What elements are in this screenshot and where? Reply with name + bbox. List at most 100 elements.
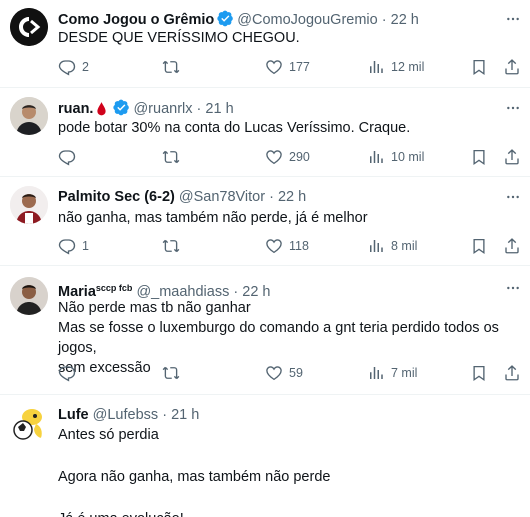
- tweet-text: Antes só perdia Agora não ganha, mas tam…: [58, 427, 331, 517]
- tweet-header: Palmito Sec (6-2) @San78Vitor · 22 h: [58, 188, 306, 206]
- reply-count: 1: [82, 239, 89, 253]
- bookmark-button[interactable]: [470, 236, 488, 256]
- tweet-actions: 2 177 12 mil: [55, 57, 530, 77]
- views-icon: [367, 237, 385, 255]
- tweet[interactable]: Como Jogou o Grêmio @ComoJogouGremio · 22…: [0, 0, 530, 88]
- reply-icon: [58, 364, 76, 382]
- tweet-actions: 290 10 mil: [55, 147, 530, 167]
- share-button[interactable]: [503, 363, 521, 383]
- view-count: 7 mil: [391, 366, 418, 380]
- reply-button[interactable]: [58, 147, 82, 167]
- bookmark-icon: [470, 148, 488, 166]
- bookmark-icon: [470, 364, 488, 382]
- heart-icon: [265, 237, 283, 255]
- separator-dot: ·: [162, 407, 168, 423]
- tweet[interactable]: Lufe @Lufebss · 21 h Antes só perdia Ago…: [0, 396, 530, 517]
- tweet[interactable]: Palmito Sec (6-2) @San78Vitor · 22 h não…: [0, 178, 530, 266]
- more-icon[interactable]: [505, 280, 521, 296]
- timestamp[interactable]: 22 h: [278, 189, 306, 205]
- retweet-icon: [162, 58, 180, 76]
- view-count: 10 mil: [391, 150, 425, 164]
- user-handle[interactable]: @ComoJogouGremio: [237, 12, 377, 28]
- user-handle[interactable]: @San78Vitor: [179, 189, 265, 205]
- tweet[interactable]: ruan. @ruanrlx · 21 h pode botar 30% na c…: [0, 89, 530, 177]
- share-button[interactable]: [503, 236, 521, 256]
- tweet-header: Lufe @Lufebss · 21 h: [58, 406, 199, 424]
- display-name[interactable]: Como Jogou o Grêmio: [58, 12, 214, 28]
- like-count: 118: [289, 239, 309, 253]
- display-name[interactable]: ruan.: [58, 101, 93, 117]
- tweet-actions: 1 118 8 mil: [55, 236, 530, 256]
- share-icon: [503, 58, 521, 76]
- more-icon[interactable]: [505, 11, 521, 27]
- verified-badge-icon: [113, 99, 130, 116]
- tweet-text: não ganha, mas também não perde, já é me…: [58, 210, 368, 226]
- like-count: 177: [289, 60, 310, 74]
- like-button[interactable]: 177: [265, 57, 310, 77]
- retweet-button[interactable]: [162, 147, 186, 167]
- share-button[interactable]: [503, 147, 521, 167]
- reply-count: 2: [82, 60, 89, 74]
- tweet[interactable]: Mariasccp fcb @_maahdiass · 22 h Não per…: [0, 267, 530, 395]
- share-icon: [503, 364, 521, 382]
- bookmark-button[interactable]: [470, 147, 488, 167]
- more-icon[interactable]: [505, 100, 521, 116]
- timestamp[interactable]: 21 h: [205, 101, 233, 117]
- separator-dot: ·: [269, 189, 274, 205]
- verified-badge-icon: [217, 10, 234, 27]
- reply-icon: [58, 58, 76, 76]
- timestamp[interactable]: 21 h: [171, 407, 199, 423]
- like-button[interactable]: 59: [265, 363, 303, 383]
- more-icon[interactable]: [505, 189, 521, 205]
- retweet-icon: [162, 364, 180, 382]
- bookmark-icon: [470, 237, 488, 255]
- views-icon: [367, 148, 385, 166]
- views-button[interactable]: 10 mil: [367, 147, 424, 167]
- team-logo-icon: [10, 8, 48, 46]
- retweet-button[interactable]: [162, 363, 186, 383]
- timestamp[interactable]: 22 h: [391, 12, 419, 28]
- user-photo-icon: [10, 186, 48, 224]
- like-count: 290: [289, 150, 310, 164]
- view-count: 12 mil: [391, 60, 425, 74]
- avatar[interactable]: [10, 97, 48, 135]
- avatar[interactable]: [10, 186, 48, 224]
- reply-icon: [58, 148, 76, 166]
- bookmark-button[interactable]: [470, 57, 488, 77]
- view-count: 8 mil: [391, 239, 418, 253]
- user-handle[interactable]: @Lufebss: [93, 407, 159, 423]
- retweet-button[interactable]: [162, 236, 186, 256]
- avatar[interactable]: [10, 404, 48, 442]
- retweet-button[interactable]: [162, 57, 186, 77]
- reply-button[interactable]: [58, 363, 82, 383]
- tweet-header: ruan. @ruanrlx · 21 h: [58, 99, 234, 118]
- tweet-actions: 59 7 mil: [55, 363, 530, 383]
- heart-icon: [265, 148, 283, 166]
- like-count: 59: [289, 366, 303, 380]
- heart-icon: [265, 58, 283, 76]
- bookmark-button[interactable]: [470, 363, 488, 383]
- retweet-icon: [162, 148, 180, 166]
- avatar[interactable]: [10, 277, 48, 315]
- reply-button[interactable]: 2: [58, 57, 89, 77]
- tweet-text: pode botar 30% na conta do Lucas Veríssi…: [58, 120, 411, 136]
- reply-button[interactable]: 1: [58, 236, 89, 256]
- share-icon: [503, 148, 521, 166]
- views-button[interactable]: 7 mil: [367, 363, 417, 383]
- like-button[interactable]: 290: [265, 147, 310, 167]
- display-name-suffix: sccp fcb: [95, 283, 133, 293]
- views-button[interactable]: 12 mil: [367, 57, 424, 77]
- cartoon-avatar-icon: [10, 404, 48, 442]
- share-button[interactable]: [503, 57, 521, 77]
- display-name[interactable]: Palmito Sec (6-2): [58, 189, 175, 205]
- share-icon: [503, 237, 521, 255]
- bookmark-icon: [470, 58, 488, 76]
- blood-drop-icon: [97, 102, 107, 116]
- views-button[interactable]: 8 mil: [367, 236, 417, 256]
- display-name[interactable]: Lufe: [58, 407, 89, 423]
- tweet-text: DESDE QUE VERÍSSIMO CHEGOU.: [58, 30, 300, 46]
- user-handle[interactable]: @ruanrlx: [133, 101, 192, 117]
- like-button[interactable]: 118: [265, 236, 309, 256]
- retweet-icon: [162, 237, 180, 255]
- avatar[interactable]: [10, 8, 48, 46]
